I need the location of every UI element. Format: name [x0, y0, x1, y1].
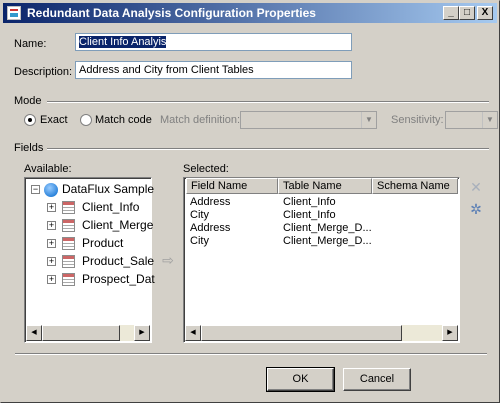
table-row-table[interactable]: Client_Merge_D...	[283, 222, 372, 234]
name-field[interactable]: Client Info Analyis	[75, 33, 352, 51]
remove-all-icon[interactable]: ✲	[469, 202, 483, 216]
expand-icon[interactable]: +	[47, 239, 56, 248]
arrow-right-icon[interactable]: ⇨	[161, 253, 175, 267]
chevron-down-icon: ▼	[482, 112, 497, 128]
tree-item[interactable]: + Client_Info	[47, 199, 151, 217]
sensitivity-select[interactable]: ▼	[445, 111, 498, 129]
match-code-radio[interactable]	[80, 114, 92, 126]
name-value: Client Info Analyis	[79, 36, 167, 48]
database-icon	[44, 183, 58, 197]
tree-horizontal-scrollbar[interactable]: ◀ ▶	[26, 325, 150, 341]
description-value: Address and City from Client Tables	[79, 64, 254, 76]
expand-icon[interactable]: +	[47, 221, 56, 230]
tree-item-label: Product	[82, 236, 124, 250]
tree-item[interactable]: + Prospect_Dat	[47, 271, 155, 289]
table-row-field[interactable]: City	[190, 209, 278, 221]
tree-item-label: Product_Sale	[82, 254, 155, 268]
match-definition-label: Match definition:	[160, 114, 241, 126]
fields-divider	[47, 148, 489, 150]
table-row-field[interactable]: City	[190, 235, 278, 247]
mode-section-label: Mode	[14, 95, 42, 107]
exact-label: Exact	[40, 114, 68, 126]
table-row-field[interactable]: Address	[190, 222, 278, 234]
window-title: Redundant Data Analysis Configuration Pr…	[27, 6, 316, 20]
table-row-table[interactable]: Client_Merge_D...	[283, 235, 372, 247]
expand-icon[interactable]: +	[47, 257, 56, 266]
sensitivity-label: Sensitivity:	[391, 114, 444, 126]
tree-root-label: DataFlux Sample	[62, 182, 155, 196]
scroll-left-icon[interactable]: ◀	[185, 325, 201, 341]
column-header-schema-name[interactable]: Schema Name	[372, 178, 458, 194]
chevron-down-icon: ▼	[361, 112, 376, 128]
exact-radio[interactable]	[24, 114, 36, 126]
table-icon	[62, 273, 75, 286]
scroll-right-icon[interactable]: ▶	[134, 325, 150, 341]
table-row-field[interactable]: Address	[190, 196, 278, 208]
table-icon	[62, 201, 75, 214]
tree-item[interactable]: + Product	[47, 235, 151, 253]
available-label: Available:	[24, 163, 72, 175]
available-tree[interactable]: − DataFlux Sample + Client_Info + Client…	[24, 177, 155, 343]
cancel-button[interactable]: Cancel	[343, 368, 411, 391]
tree-item[interactable]: + Client_Merge	[47, 217, 154, 235]
tree-item[interactable]: + Product_Sale	[47, 253, 155, 271]
table-row-table[interactable]: Client_Info	[283, 196, 372, 208]
table-icon	[62, 255, 75, 268]
description-field[interactable]: Address and City from Client Tables	[75, 61, 352, 79]
selected-fields-table[interactable]: Field Name Table Name Schema Name Addres…	[183, 177, 460, 343]
properties-dialog: Redundant Data Analysis Configuration Pr…	[0, 0, 500, 403]
selected-label: Selected:	[183, 163, 229, 175]
maximize-button[interactable]: □	[459, 6, 475, 20]
scroll-thumb[interactable]	[42, 325, 120, 341]
delete-x-icon[interactable]: ✕	[469, 180, 483, 194]
match-code-label: Match code	[95, 114, 152, 126]
column-header-table-name[interactable]: Table Name	[278, 178, 372, 194]
fields-section-label: Fields	[14, 142, 44, 154]
scroll-left-icon[interactable]: ◀	[26, 325, 42, 341]
minimize-button[interactable]: _	[443, 6, 459, 20]
bottom-divider	[15, 353, 487, 355]
tree-item-label: Prospect_Dat	[82, 272, 155, 286]
tree-item-label: Client_Merge	[82, 218, 154, 232]
table-icon	[62, 237, 75, 250]
scroll-right-icon[interactable]: ▶	[442, 325, 458, 341]
tree-item-label: Client_Info	[82, 200, 140, 214]
title-bar[interactable]: Redundant Data Analysis Configuration Pr…	[3, 3, 497, 23]
tree-root[interactable]: − DataFlux Sample	[31, 181, 155, 199]
table-row-table[interactable]: Client_Info	[283, 209, 372, 221]
match-definition-select[interactable]: ▼	[240, 111, 377, 129]
collapse-icon[interactable]: −	[31, 185, 40, 194]
app-icon	[7, 6, 21, 20]
name-label: Name:	[14, 38, 47, 50]
scroll-thumb[interactable]	[201, 325, 402, 341]
description-label: Description:	[14, 66, 73, 78]
table-icon	[62, 219, 75, 232]
close-button[interactable]: X	[477, 6, 493, 20]
ok-button[interactable]: OK	[266, 367, 335, 392]
expand-icon[interactable]: +	[47, 275, 56, 284]
column-header-field-name[interactable]: Field Name	[186, 178, 278, 194]
mode-divider	[47, 101, 489, 103]
table-horizontal-scrollbar[interactable]: ◀ ▶	[185, 325, 458, 341]
expand-icon[interactable]: +	[47, 203, 56, 212]
